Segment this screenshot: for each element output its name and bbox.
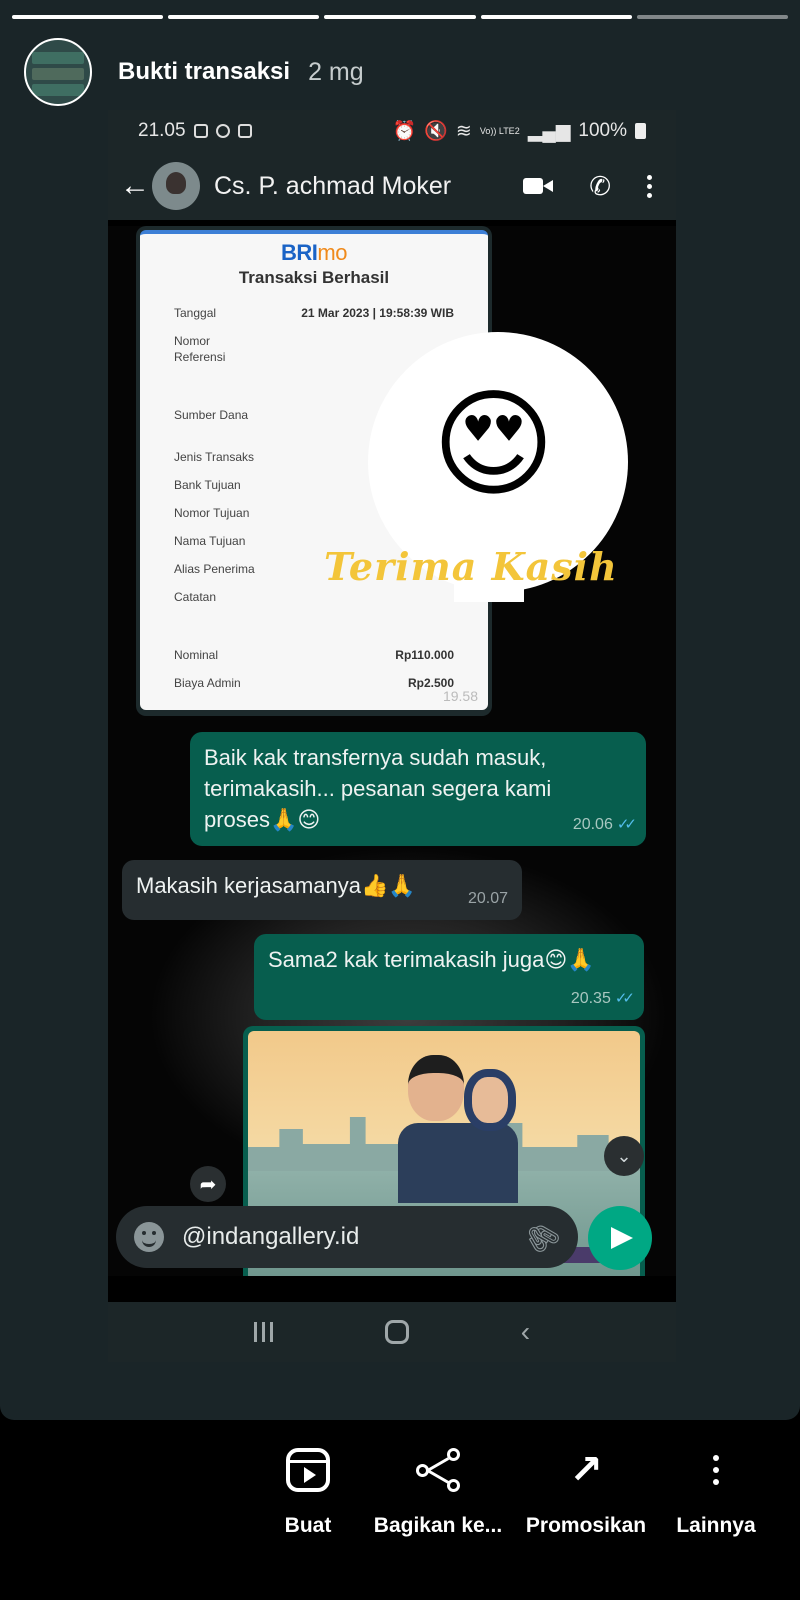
gallery-icon	[193, 124, 208, 138]
share-button[interactable]: Bagikan ke...	[358, 1440, 518, 1538]
status-time: 21.05	[138, 120, 186, 141]
more-vertical-icon	[713, 1455, 719, 1485]
message-time: 19.58	[442, 688, 478, 704]
message-input[interactable]: @indangallery.id	[182, 1223, 524, 1251]
battery-icon	[635, 123, 646, 139]
signal-icon: ▂▄▆	[527, 120, 571, 142]
send-button[interactable]	[588, 1206, 652, 1270]
alarm-icon: ⏰	[392, 121, 417, 142]
attach-icon[interactable]: 🖇	[518, 1213, 566, 1261]
recent-apps-icon[interactable]	[253, 1322, 273, 1342]
message-text: Sama2 kak terimakasih juga😊🙏	[268, 947, 595, 972]
story-time: 2 mg	[308, 57, 364, 86]
app-icon	[237, 124, 252, 138]
brimo-logo: BRImo	[281, 240, 347, 265]
story-avatar[interactable]	[24, 38, 92, 106]
story-viewer: Bukti transaksi 2 mg 21.05 ⏰ 🔇 ≋ Vo)) LT…	[0, 0, 800, 1600]
message-time: 20.35	[570, 990, 611, 1007]
message-time: 20.07	[467, 890, 508, 907]
receipt-row: Tanggal 21 Mar 2023 | 19:58:39 WIB	[174, 306, 454, 320]
story-card[interactable]: Bukti transaksi 2 mg 21.05 ⏰ 🔇 ≋ Vo)) LT…	[0, 0, 800, 1420]
android-nav-bar: ‹	[108, 1302, 676, 1362]
battery-level: 100%	[578, 120, 627, 141]
voice-call-icon[interactable]: ✆	[589, 171, 611, 202]
outgoing-message[interactable]: Baik kak transfernya sudah masuk, terima…	[190, 732, 646, 846]
contact-avatar[interactable]	[152, 162, 200, 210]
chat-area: BRImo Transaksi Berhasil Tanggal 21 Mar 2…	[108, 226, 676, 1276]
forward-icon[interactable]: ➦	[190, 1166, 226, 1202]
receipt-row: Nomor	[174, 334, 211, 348]
read-ticks-icon: ✓✓	[616, 816, 637, 833]
phone-status-bar: 21.05 ⏰ 🔇 ≋ Vo)) LTE2 ▂▄▆ 100%	[108, 110, 676, 152]
back-arrow-icon[interactable]: ←	[120, 169, 150, 203]
home-icon[interactable]	[384, 1320, 409, 1344]
receipt-title: Transaksi Berhasil	[238, 268, 390, 287]
sticker-text: Terima Kasih	[324, 544, 618, 589]
reels-icon	[286, 1448, 330, 1492]
story-progress	[12, 15, 789, 19]
mute-icon: 🔇	[424, 121, 448, 142]
trending-up-icon: ↗	[569, 1448, 603, 1492]
whatsapp-icon	[215, 124, 230, 138]
story-header: Bukti transaksi 2 mg	[24, 38, 364, 106]
heart-eyes-emoji: 😍	[432, 379, 556, 511]
scroll-down-icon[interactable]: ⌄	[604, 1136, 644, 1176]
wifi-icon: ≋	[455, 120, 472, 142]
message-text: Baik kak transfernya sudah masuk, terima…	[204, 745, 552, 832]
action-label: Lainnya	[676, 1514, 756, 1537]
incoming-message[interactable]: Makasih kerjasamanya👍🙏 20.07	[122, 860, 522, 920]
share-icon	[416, 1448, 460, 1492]
progress-segment	[636, 15, 789, 19]
receipt-row: Biaya Admin Rp2.500	[174, 676, 454, 690]
receipt-row: Nominal Rp110.000	[174, 648, 454, 662]
story-action-bar: Buat Bagikan ke... ↗ Promosikan Lainnya	[0, 1440, 800, 1580]
emoji-icon[interactable]	[134, 1222, 164, 1252]
message-text: Makasih kerjasamanya👍🙏	[136, 873, 416, 898]
progress-segment	[324, 15, 476, 19]
message-time: 20.06	[572, 816, 613, 833]
more-button[interactable]: Lainnya	[636, 1440, 796, 1538]
carrier-label: Vo)) LTE2	[479, 126, 520, 136]
outgoing-message[interactable]: Sama2 kak terimakasih juga😊🙏 20.35 ✓✓	[254, 934, 644, 1020]
read-ticks-icon: ✓✓	[614, 990, 635, 1007]
receipt-row: Referensi	[174, 350, 226, 364]
action-label: Bagikan ke...	[373, 1514, 503, 1537]
chat-screenshot: 21.05 ⏰ 🔇 ≋ Vo)) LTE2 ▂▄▆ 100% ← Cs. P. …	[108, 110, 676, 1362]
more-menu-icon[interactable]	[647, 174, 652, 198]
video-call-icon[interactable]	[523, 176, 554, 196]
message-input-bar[interactable]: @indangallery.id 🖇	[116, 1206, 578, 1268]
story-title[interactable]: Bukti transaksi	[118, 58, 290, 86]
receipt-row: Catatan	[174, 590, 217, 604]
contact-name[interactable]: Cs. P. achmad Moker	[214, 172, 451, 201]
chat-header: ← Cs. P. achmad Moker ✆	[108, 152, 676, 220]
send-icon	[611, 1227, 633, 1249]
progress-segment	[12, 15, 164, 19]
progress-segment	[480, 15, 632, 19]
nav-back-icon[interactable]: ‹	[521, 1316, 530, 1348]
progress-segment	[168, 15, 320, 19]
